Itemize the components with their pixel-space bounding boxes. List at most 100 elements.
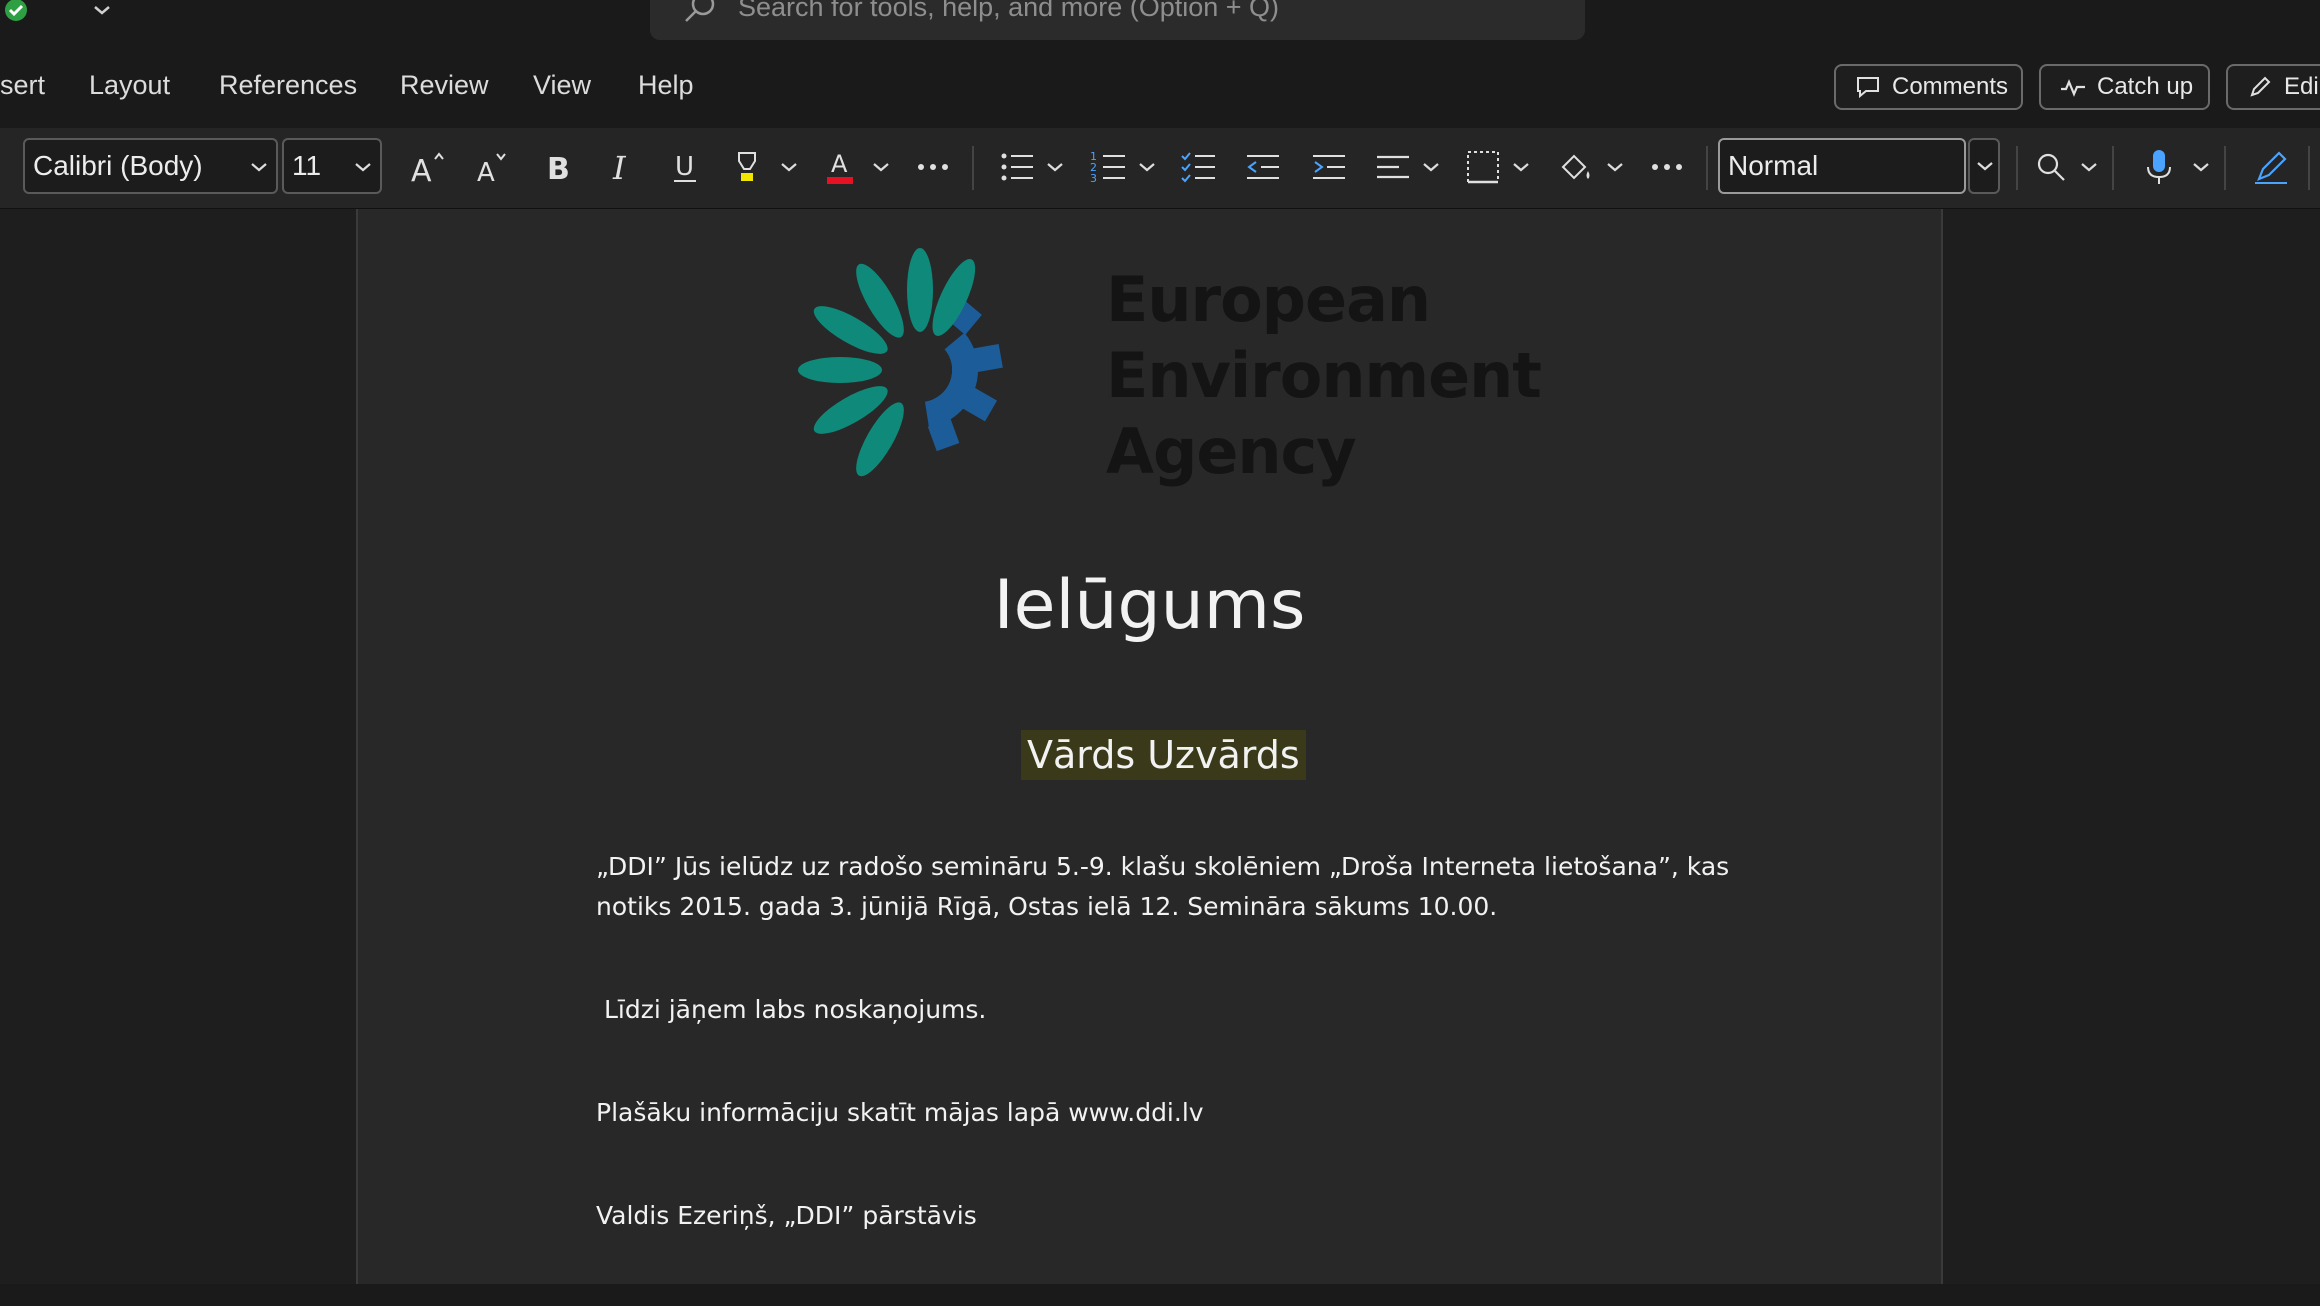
chevron-down-icon[interactable] xyxy=(1510,156,1532,178)
font-name-dropdown[interactable]: Calibri (Body) xyxy=(23,138,278,194)
search-placeholder[interactable]: Search for tools, help, and more (Option… xyxy=(738,0,1279,23)
chevron-down-icon[interactable] xyxy=(1044,156,1066,178)
borders-icon xyxy=(1467,151,1499,184)
comment-icon xyxy=(1857,77,1879,99)
toolbar-divider xyxy=(2016,146,2018,190)
underline-button[interactable]: U xyxy=(660,142,710,192)
more-options-icon xyxy=(918,164,948,170)
highlighter-icon xyxy=(738,152,756,181)
shrink-font-button[interactable]: A xyxy=(468,142,518,192)
checklist-button[interactable] xyxy=(1174,142,1224,192)
align-left-icon xyxy=(1377,155,1409,179)
svg-text:I: I xyxy=(612,149,627,185)
eea-logo-icon xyxy=(798,248,1003,477)
font-name-value: Calibri (Body) xyxy=(33,150,203,181)
tab-references[interactable]: References xyxy=(219,70,357,101)
svg-text:B: B xyxy=(547,152,570,185)
tab-insert[interactable]: sert xyxy=(0,70,45,101)
catch-up-label: Catch up xyxy=(2097,73,2194,100)
logo-line: Environment xyxy=(1106,339,1542,412)
shrink-font-icon: A xyxy=(477,153,506,187)
comments-button[interactable]: Comments xyxy=(1834,64,2023,110)
chevron-down-icon[interactable] xyxy=(2078,156,2100,178)
paragraph-line[interactable]: notiks 2015. gada 3. jūnijā Rīgā, Ostas … xyxy=(596,892,1497,921)
more-paragraph-options-button[interactable] xyxy=(1642,142,1692,192)
svg-text:A: A xyxy=(411,154,432,187)
pencil-icon xyxy=(2250,76,2271,97)
toolbar-divider xyxy=(972,146,974,190)
dictate-button[interactable] xyxy=(2134,142,2184,192)
paint-bucket-icon xyxy=(1561,154,1590,180)
autosave-check-icon[interactable] xyxy=(0,0,30,24)
find-button[interactable] xyxy=(2026,142,2076,192)
style-gallery-dropdown[interactable] xyxy=(1968,138,2000,194)
microphone-icon xyxy=(2147,150,2171,184)
checklist-icon xyxy=(1181,152,1215,183)
highlight-button[interactable] xyxy=(724,142,774,192)
pulse-icon xyxy=(2061,79,2085,97)
chevron-down-icon[interactable] xyxy=(870,156,892,178)
font-size-value: 11 xyxy=(292,150,322,181)
font-size-dropdown[interactable]: 11 xyxy=(282,138,382,194)
bold-button[interactable]: B xyxy=(532,142,582,192)
chevron-down-icon[interactable] xyxy=(2190,156,2212,178)
more-font-options-button[interactable] xyxy=(908,142,958,192)
tab-help[interactable]: Help xyxy=(638,70,694,101)
font-color-icon: A xyxy=(827,150,853,184)
logo-line: European xyxy=(1106,263,1431,336)
svg-text:U: U xyxy=(675,152,694,182)
paragraph-line[interactable]: „DDI” Jūs ielūdz uz radošo semināru 5.-9… xyxy=(596,852,1729,881)
logo-line: Agency xyxy=(1106,415,1357,488)
greeting-line[interactable]: Līdzi jāņem labs noskaņojums. xyxy=(596,995,986,1024)
magnifier-icon xyxy=(2037,153,2065,181)
editing-mode-button[interactable]: Edi xyxy=(2226,64,2320,110)
chevron-down-icon[interactable] xyxy=(778,156,800,178)
svg-text:3: 3 xyxy=(1090,172,1097,185)
decrease-indent-button[interactable] xyxy=(1238,142,1288,192)
toolbar-divider xyxy=(1706,146,1708,190)
search-icon xyxy=(685,0,715,22)
chevron-down-icon xyxy=(355,163,371,172)
toolbar-divider xyxy=(2224,146,2226,190)
decrease-indent-icon xyxy=(1247,155,1279,179)
svg-text:A: A xyxy=(831,150,848,178)
more-options-icon xyxy=(1652,164,1682,170)
tab-view[interactable]: View xyxy=(533,70,591,101)
bullets-button[interactable] xyxy=(992,142,1042,192)
shading-button[interactable] xyxy=(1550,142,1600,192)
tab-layout[interactable]: Layout xyxy=(89,70,170,101)
name-field[interactable]: Vārds Uzvārds xyxy=(1021,730,1306,780)
toolbar-divider xyxy=(2308,146,2310,190)
svg-text:A: A xyxy=(477,158,495,187)
quick-access-chevron-icon[interactable] xyxy=(90,0,114,22)
info-line[interactable]: Plašāku informāciju skatīt mājas lapā ww… xyxy=(596,1098,1204,1127)
italic-button[interactable]: I xyxy=(596,142,646,192)
editor-button[interactable] xyxy=(2246,142,2296,192)
signature-line[interactable]: Valdis Ezeriņš, „DDI” pārstāvis xyxy=(596,1201,977,1230)
chevron-down-icon xyxy=(1977,162,1993,171)
style-value: Normal xyxy=(1728,150,1819,181)
grow-font-icon: A xyxy=(411,152,444,187)
tab-review[interactable]: Review xyxy=(400,70,489,101)
chevron-down-icon[interactable] xyxy=(1136,156,1158,178)
chevron-down-icon xyxy=(251,163,267,172)
align-button[interactable] xyxy=(1368,142,1418,192)
chevron-down-icon[interactable] xyxy=(1604,156,1626,178)
numbering-button[interactable]: 123 xyxy=(1084,142,1134,192)
catch-up-button[interactable]: Catch up xyxy=(2039,64,2210,110)
numbered-list-icon: 123 xyxy=(1090,150,1125,185)
grow-font-button[interactable]: A xyxy=(404,142,454,192)
underline-icon: U xyxy=(674,152,696,182)
status-bar xyxy=(0,1284,2320,1306)
eea-logo-text: European Environment Agency xyxy=(1106,262,1542,490)
style-box[interactable]: Normal xyxy=(1718,138,1966,194)
bullet-list-icon xyxy=(1001,153,1033,181)
font-color-button[interactable]: A xyxy=(816,142,866,192)
document-title[interactable]: Ielūgums xyxy=(356,566,1943,645)
toolbar-divider xyxy=(2112,146,2114,190)
borders-button[interactable] xyxy=(1458,142,1508,192)
increase-indent-button[interactable] xyxy=(1304,142,1354,192)
increase-indent-icon xyxy=(1313,155,1345,179)
chevron-down-icon[interactable] xyxy=(1420,156,1442,178)
editing-mode-label: Edi xyxy=(2284,73,2319,100)
